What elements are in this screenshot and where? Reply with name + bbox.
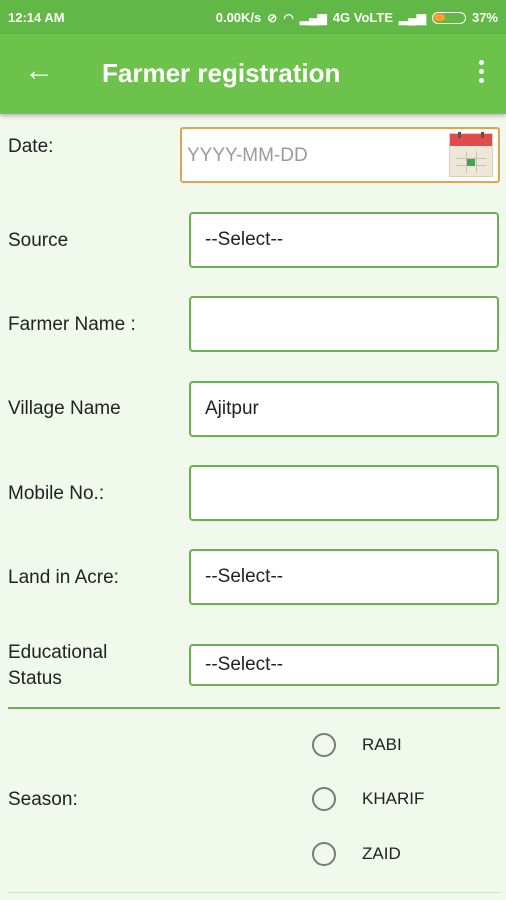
divider: [8, 707, 500, 709]
calendar-icon[interactable]: [449, 132, 493, 177]
overflow-menu-icon[interactable]: [476, 60, 486, 86]
season-option-kharif[interactable]: KHARIF: [312, 787, 424, 811]
source-label: Source: [8, 230, 69, 251]
radio-button-icon[interactable]: [312, 733, 336, 757]
village-name-input[interactable]: Ajitpur: [189, 381, 499, 437]
page-title: Farmer registration: [102, 58, 341, 88]
season-option-zaid[interactable]: ZAID: [312, 842, 401, 866]
mobile-label: Mobile No.:: [8, 483, 105, 504]
mobile-input[interactable]: [189, 465, 499, 521]
land-select[interactable]: --Select--: [189, 549, 499, 605]
education-select[interactable]: --Select--: [189, 644, 499, 686]
radio-button-icon[interactable]: [312, 842, 336, 866]
status-bar: 12:14 AM 0.00K/s ⊘ ◠ ▂▄▆ 4G VoLTE ▂▄▆ 37…: [0, 0, 506, 34]
season-option-label: ZAID: [362, 844, 401, 863]
season-label: Season:: [8, 789, 78, 810]
wifi-icon: ◠: [283, 10, 294, 25]
season-option-label: RABI: [362, 735, 402, 754]
source-select[interactable]: --Select--: [189, 212, 499, 268]
radio-button-icon[interactable]: [312, 787, 336, 811]
battery-percent: 37%: [471, 10, 498, 25]
mute-icon: ⊘: [267, 10, 278, 25]
farmer-name-input[interactable]: [189, 296, 499, 352]
land-label: Land in Acre:: [8, 567, 119, 588]
village-name-label: Village Name: [8, 398, 121, 419]
date-label: Date:: [8, 136, 54, 157]
app-bar: ← Farmer registration: [0, 34, 506, 114]
network-type: 4G VoLTE: [332, 10, 393, 25]
network-speed: 0.00K/s: [215, 10, 262, 25]
education-label-line1: Educational: [8, 642, 108, 663]
status-time: 12:14 AM: [8, 10, 65, 25]
farmer-name-label: Farmer Name :: [8, 314, 136, 335]
season-option-label: KHARIF: [362, 789, 425, 808]
date-placeholder: YYYY-MM-DD: [187, 145, 308, 166]
signal-icon-2: ▂▄▆: [399, 10, 426, 25]
education-label-line2: Status: [8, 668, 62, 689]
back-arrow-icon[interactable]: ←: [24, 56, 54, 86]
battery-icon: [431, 11, 466, 24]
signal-icon: ▂▄▆: [299, 10, 327, 25]
status-icons: 0.00K/s ⊘ ◠ ▂▄▆ 4G VoLTE ▂▄▆ 37%: [216, 10, 498, 25]
date-field[interactable]: YYYY-MM-DD: [180, 127, 500, 183]
bottom-divider: [8, 892, 500, 893]
season-option-rabi[interactable]: RABI: [312, 733, 402, 757]
